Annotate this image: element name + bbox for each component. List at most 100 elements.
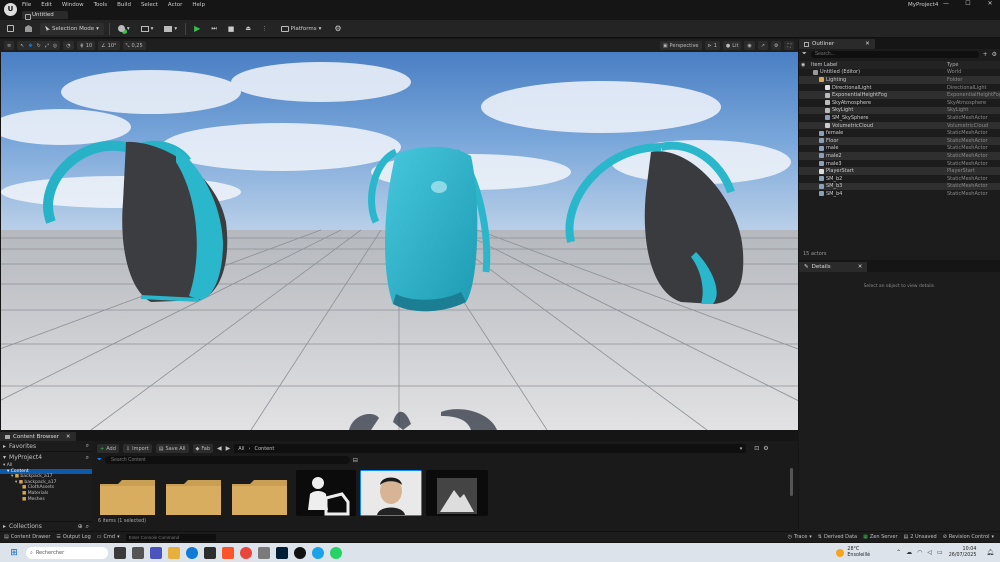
menu-file[interactable]: File	[22, 2, 31, 8]
asset-tile-blueprint[interactable]	[296, 470, 356, 516]
outliner-row[interactable]: SM_b3 StaticMeshActor	[799, 182, 1000, 191]
select-tool-icon[interactable]: ↖	[20, 43, 24, 49]
play-button[interactable]: ▶	[191, 23, 203, 35]
folder-tile[interactable]	[100, 480, 155, 515]
unreal-taskbar-icon[interactable]	[294, 546, 306, 559]
asset-tile-selected-texture[interactable]	[360, 470, 422, 516]
search-icon[interactable]: ⌕	[86, 442, 89, 450]
outliner-row[interactable]: SkyAtmosphere SkyAtmosphere	[799, 99, 1000, 107]
menu-window[interactable]: Window	[62, 2, 84, 8]
filter-icon[interactable]: ⏷	[802, 50, 807, 58]
visibility-icon[interactable]: ◉	[801, 62, 805, 68]
taskbar-search[interactable]: ⌕ Rechercher	[26, 546, 108, 559]
camera-speed-button[interactable]: ⊳ 1	[704, 41, 720, 50]
zen-server-button[interactable]: ▦ Zen Server	[863, 534, 897, 540]
revision-control-button[interactable]: ⊘ Revision Control ▾	[943, 534, 994, 540]
minimize-button[interactable]: —	[935, 0, 957, 9]
search-icon[interactable]: ⌕	[86, 454, 89, 462]
wifi-icon[interactable]: ◠	[917, 549, 922, 556]
menu-build[interactable]: Build	[117, 2, 131, 8]
add-collection-icon[interactable]: ⊕	[78, 523, 83, 530]
chevron-up-icon[interactable]: ⌃	[896, 549, 901, 556]
rotation-snap-button[interactable]: ∠ 10°	[98, 41, 120, 50]
add-button[interactable]: + Add	[97, 444, 119, 453]
outliner-row[interactable]: male StaticMeshActor	[799, 145, 1000, 153]
lock-icon[interactable]: ⊡	[754, 445, 759, 452]
volume-icon[interactable]: ◁	[927, 549, 932, 556]
realtime-button[interactable]: ↗	[757, 41, 768, 50]
eject-button[interactable]: ⏏	[242, 23, 254, 35]
outliner-row[interactable]: PlayerStart PlayerStart	[799, 167, 1000, 175]
edge-icon[interactable]	[186, 546, 198, 559]
weather-widget[interactable]: 28°C Ensoleillé	[836, 547, 870, 558]
grid-snap-button[interactable]: ⋕ 10	[76, 41, 96, 50]
outliner-row[interactable]: Untitled (Editor) World	[799, 69, 1000, 77]
unsaved-button[interactable]: ▤ 2 Unsaved	[904, 534, 937, 540]
save-search-icon[interactable]: ⊟	[353, 457, 358, 464]
outliner-row[interactable]: SM_b2 StaticMeshActor	[799, 175, 1000, 183]
cmd-dropdown[interactable]: ▭ Cmd ▾	[97, 534, 120, 540]
cloud-icon[interactable]: ☁	[906, 549, 912, 556]
gear-icon[interactable]: ⚙	[763, 445, 768, 452]
console-input[interactable]	[125, 533, 216, 541]
content-drawer-button[interactable]: ▤ Content Drawer	[4, 534, 50, 540]
save-button[interactable]	[4, 23, 17, 35]
menu-help[interactable]: Help	[192, 2, 205, 8]
level-viewport[interactable]	[1, 52, 798, 430]
teams-icon[interactable]	[150, 546, 162, 559]
selection-mode-dropdown[interactable]: Selection Mode ▾	[40, 22, 104, 35]
task-view-icon[interactable]	[114, 546, 126, 559]
content-scrollbar[interactable]	[790, 468, 793, 496]
file-explorer-icon[interactable]	[168, 546, 180, 559]
collections-section[interactable]: ▸ Collections ⊕ ⌕	[0, 521, 92, 531]
skip-button[interactable]: ⏭	[208, 23, 219, 35]
outliner-search-input[interactable]	[810, 50, 979, 58]
menu-actor[interactable]: Actor	[168, 2, 182, 8]
notification-bell-icon[interactable]: 🔔︎	[986, 549, 994, 556]
menu-edit[interactable]: Edit	[41, 2, 52, 8]
asset-tile-texture[interactable]	[426, 470, 488, 516]
close-window-button[interactable]: ✕	[979, 0, 1000, 9]
add-filter-icon[interactable]: +	[983, 51, 988, 58]
cinematics-button[interactable]: ▾	[161, 23, 180, 35]
stop-button[interactable]: ■	[225, 23, 238, 35]
tree-item[interactable]: ■ Meshes	[0, 497, 92, 503]
windows-start-icon[interactable]: ⊞	[8, 547, 20, 559]
battery-icon[interactable]: ▭	[937, 549, 943, 556]
menu-tools[interactable]: Tools	[94, 2, 108, 8]
save-all-button[interactable]: ▤ Save All	[155, 444, 189, 453]
breadcrumb-content[interactable]: Content	[254, 446, 274, 452]
blueprint-button[interactable]: ▾	[138, 23, 157, 35]
add-actor-button[interactable]: ▾	[115, 23, 133, 35]
show-dropdown[interactable]: ◉	[744, 41, 755, 50]
close-icon[interactable]: ✕	[66, 434, 71, 440]
project-section[interactable]: ▾ MyProject4 ⌕	[0, 452, 92, 463]
platforms-dropdown[interactable]: Platforms ▾	[276, 23, 327, 35]
tab-untitled[interactable]: Untitled	[22, 11, 68, 20]
rotate-tool-icon[interactable]: ↻	[37, 43, 41, 49]
photoshop-icon[interactable]	[276, 546, 288, 559]
outliner-row[interactable]: DirectionalLight DirectionalLight	[799, 84, 1000, 92]
close-icon[interactable]: ✕	[858, 264, 863, 270]
surface-snap-button[interactable]: ◔	[63, 41, 74, 50]
outliner-row[interactable]: ExponentialHeightFog ExponentialHeightFog	[799, 91, 1000, 99]
clock[interactable]: 10:04 26/07/2025	[949, 547, 977, 558]
menu-select[interactable]: Select	[141, 2, 158, 8]
type-header[interactable]: Type	[947, 62, 958, 68]
viewport-settings-button[interactable]: ⚙	[771, 41, 782, 50]
item-label-header[interactable]: Item Label	[811, 62, 837, 68]
settings-button[interactable]: ⚙	[331, 23, 344, 35]
scale-tool-icon[interactable]: ⤢	[45, 43, 49, 49]
folder-tile[interactable]	[166, 480, 221, 515]
history-forward-icon[interactable]: ▶	[226, 445, 231, 452]
scale-snap-button[interactable]: ⤡ 0,25	[122, 41, 146, 50]
close-icon[interactable]: ✕	[865, 41, 870, 47]
perspective-dropdown[interactable]: ▣ Perspective	[659, 41, 702, 50]
trace-button[interactable]: ◷ Trace ▾	[788, 534, 812, 540]
output-log-button[interactable]: ☰ Output Log	[56, 534, 90, 540]
filter-icon[interactable]: ⏷	[97, 456, 102, 464]
viewport-menu-button[interactable]: ≡	[4, 41, 15, 50]
maximize-button[interactable]: ☐	[957, 0, 979, 9]
store-icon[interactable]	[204, 546, 216, 559]
favorites-section[interactable]: ▸ Favorites ⌕	[0, 441, 92, 452]
